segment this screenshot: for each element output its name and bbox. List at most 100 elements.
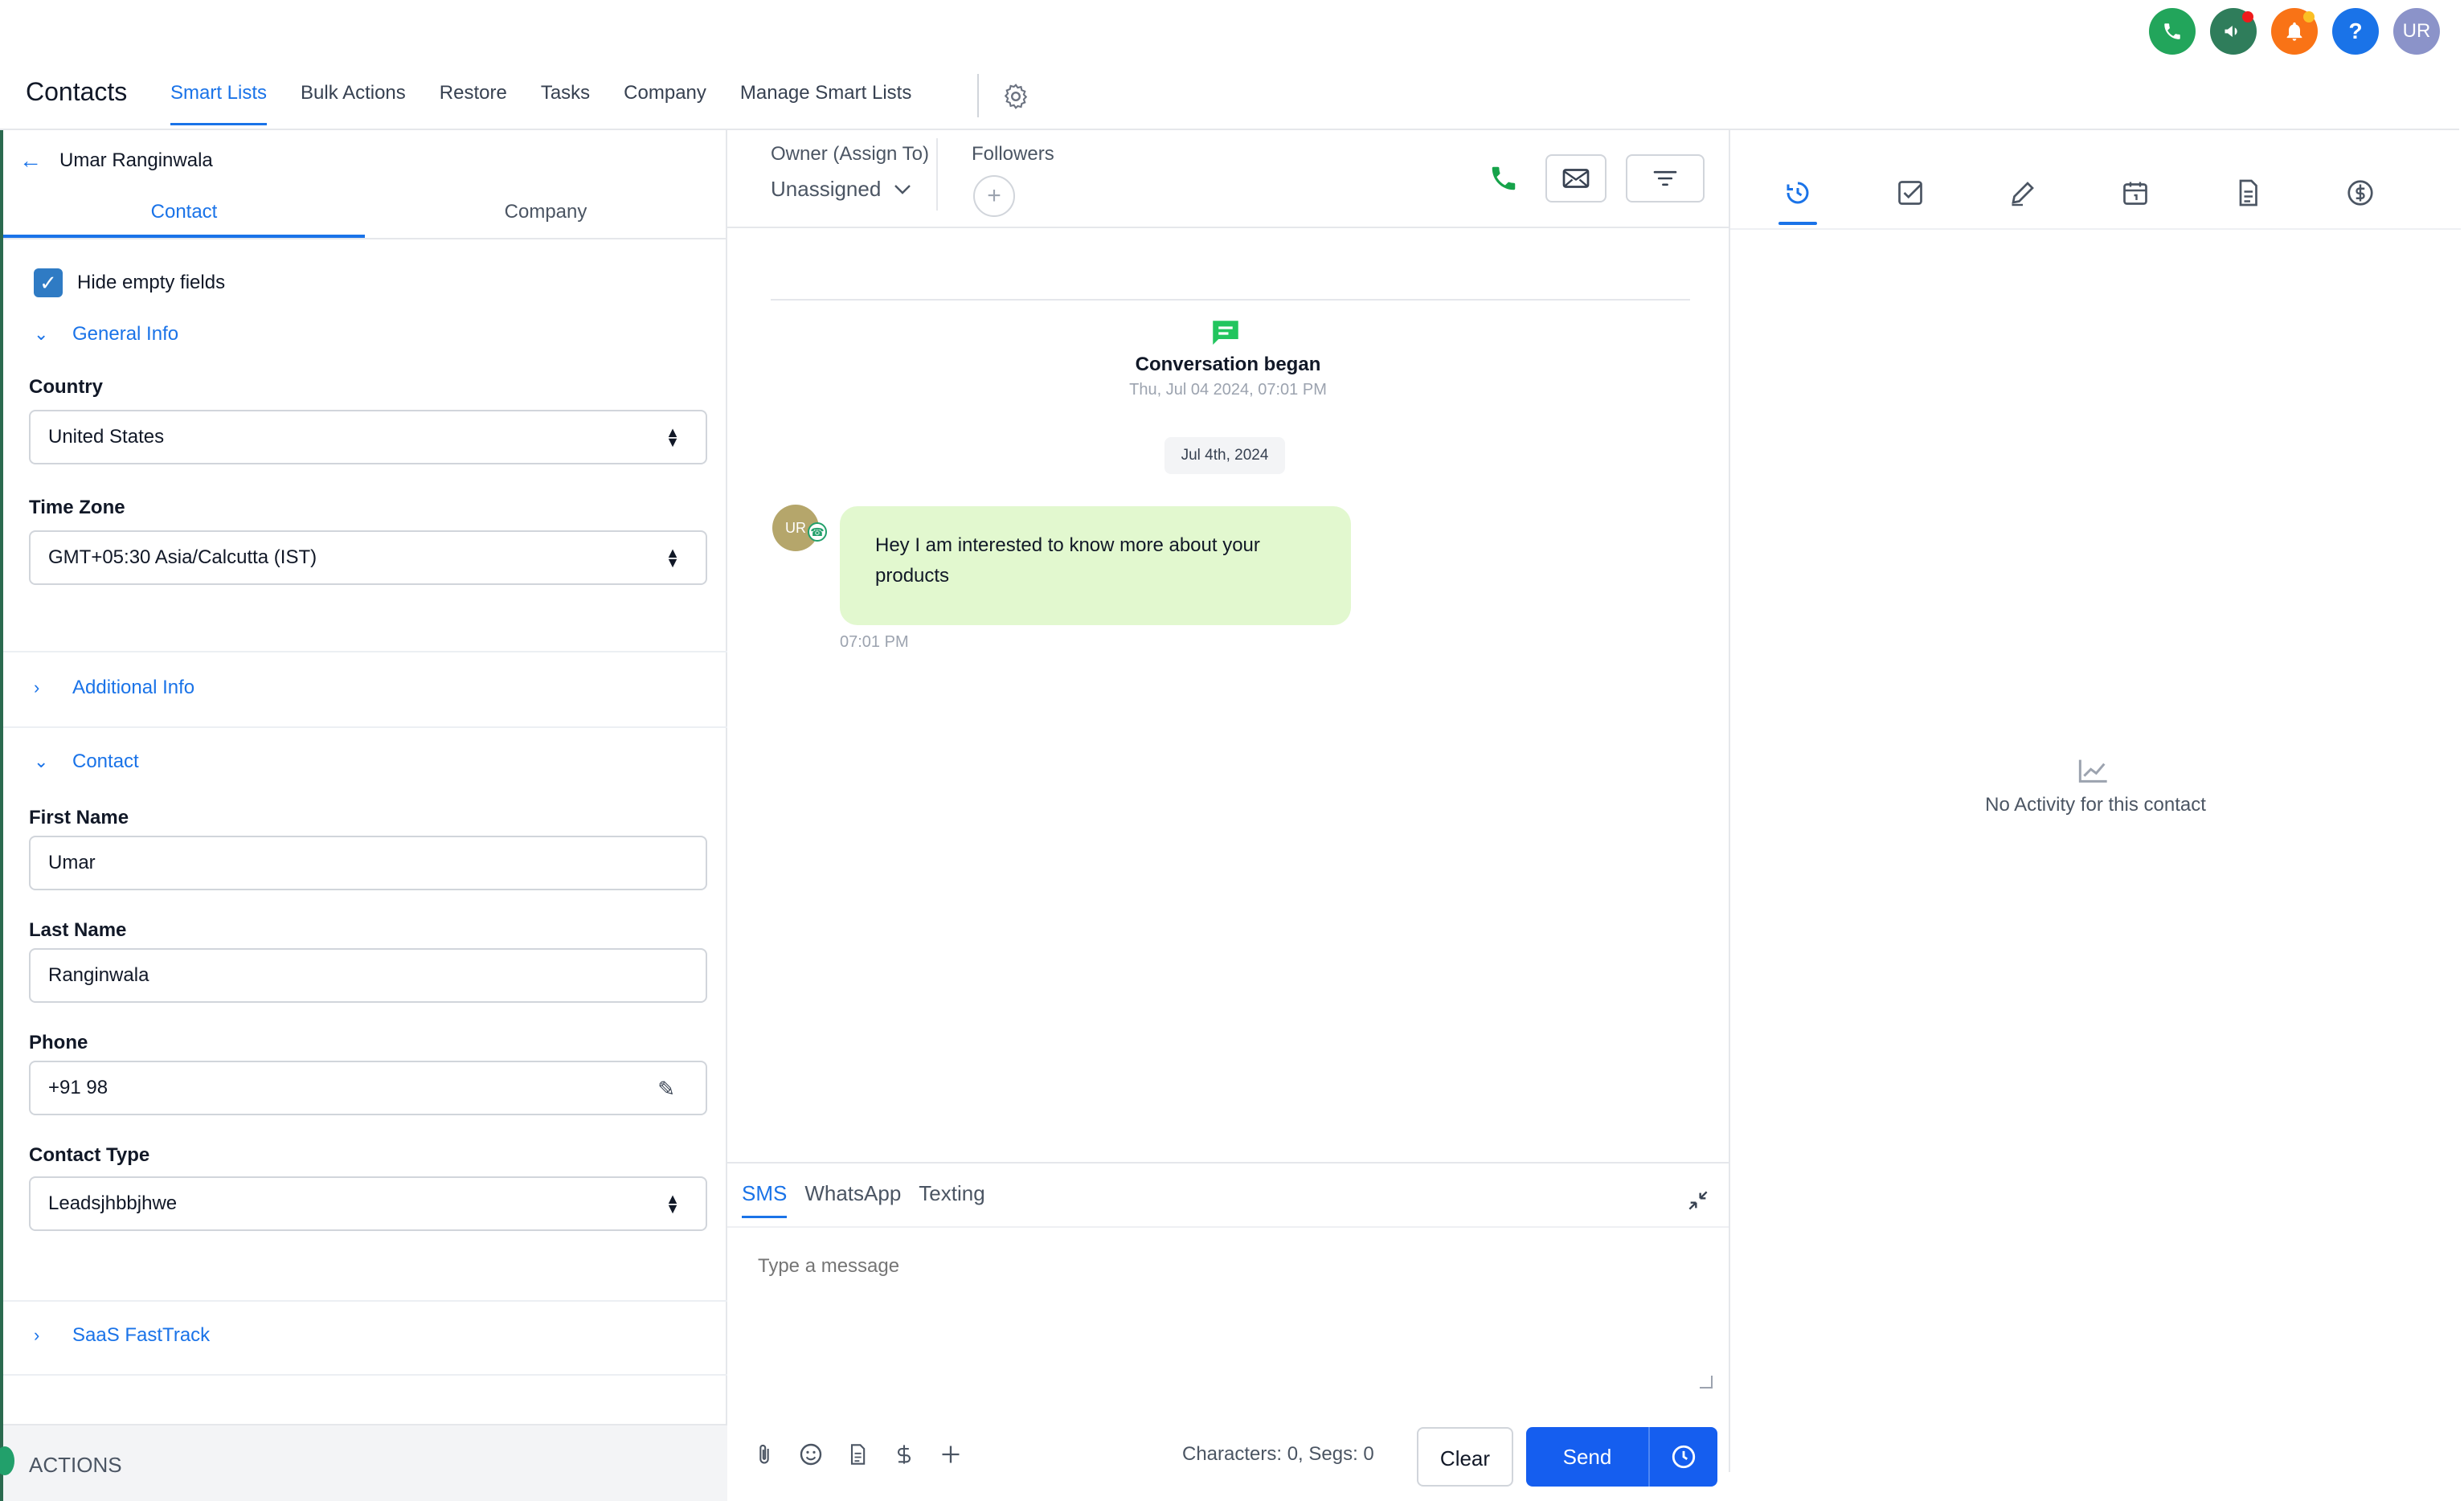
tab-whatsapp[interactable]: WhatsApp bbox=[804, 1181, 901, 1218]
add-follower-button[interactable]: + bbox=[973, 175, 1015, 217]
section-title: Contact bbox=[72, 750, 139, 772]
actions-bar[interactable]: ACTIONS bbox=[0, 1424, 727, 1501]
dollar-icon[interactable] bbox=[891, 1442, 917, 1467]
divider bbox=[1730, 228, 2461, 230]
owner-value: Unassigned bbox=[771, 177, 882, 201]
section-title: Additional Info bbox=[72, 677, 195, 698]
call-button[interactable] bbox=[1481, 154, 1526, 202]
edit-pencil-icon[interactable]: ✎ bbox=[657, 1077, 675, 1102]
date-separator: Jul 4th, 2024 bbox=[1164, 437, 1285, 474]
message-input[interactable] bbox=[758, 1255, 1682, 1278]
hide-empty-label: Hide empty fields bbox=[77, 272, 226, 293]
country-label: Country bbox=[29, 376, 103, 398]
select-arrows-icon: ▲ ▼ bbox=[665, 545, 680, 571]
filter-icon bbox=[1653, 170, 1677, 186]
tab-smart-lists[interactable]: Smart Lists bbox=[170, 64, 268, 125]
channel-tabs: SMS WhatsApp Texting bbox=[742, 1181, 985, 1218]
tab-restore[interactable]: Restore bbox=[440, 64, 507, 125]
chevron-down-icon: ⌄ bbox=[34, 751, 49, 771]
divider bbox=[3, 651, 727, 652]
last-name-value: Ranginwala bbox=[48, 964, 149, 986]
last-name-label: Last Name bbox=[29, 919, 127, 941]
conversation-toolbar bbox=[1481, 154, 1705, 202]
tab-company-details[interactable]: Company bbox=[365, 185, 727, 238]
divider bbox=[3, 1300, 727, 1302]
phone-icon bbox=[1492, 166, 1516, 190]
composer-tools bbox=[751, 1442, 964, 1467]
divider bbox=[3, 1374, 727, 1376]
tab-sms[interactable]: SMS bbox=[742, 1181, 788, 1218]
tab-company[interactable]: Company bbox=[624, 64, 706, 125]
chevron-right-icon: › bbox=[34, 677, 40, 697]
filter-button[interactable] bbox=[1626, 154, 1705, 202]
select-arrows-icon: ▲ ▼ bbox=[665, 1191, 680, 1217]
contact-type-select[interactable]: Leadsjhbbjhwe ▲ ▼ bbox=[29, 1176, 707, 1231]
payment-icon[interactable] bbox=[2346, 178, 2375, 207]
resize-handle-icon[interactable] bbox=[1700, 1376, 1713, 1389]
collapse-icon[interactable] bbox=[1685, 1188, 1711, 1213]
notification-dot bbox=[2303, 11, 2315, 22]
back-arrow-icon[interactable]: ← bbox=[19, 148, 42, 174]
contact-type-label: Contact Type bbox=[29, 1144, 150, 1166]
calendar-icon[interactable] bbox=[2121, 178, 2150, 207]
email-button[interactable] bbox=[1545, 154, 1607, 202]
timezone-select[interactable]: GMT+05:30 Asia/Calcutta (IST) ▲ ▼ bbox=[29, 530, 707, 585]
chevron-right-icon: › bbox=[34, 1325, 40, 1345]
timezone-value: GMT+05:30 Asia/Calcutta (IST) bbox=[48, 546, 317, 568]
main-nav: Smart Lists Bulk Actions Restore Tasks C… bbox=[170, 64, 945, 129]
drag-handle-icon[interactable] bbox=[0, 1446, 14, 1475]
document-icon[interactable] bbox=[2233, 178, 2262, 207]
divider bbox=[727, 227, 1729, 228]
owner-label: Owner (Assign To) bbox=[771, 143, 929, 165]
note-icon[interactable] bbox=[2008, 178, 2037, 207]
megaphone-icon[interactable] bbox=[2210, 8, 2257, 55]
top-utility-bar: ? UR bbox=[2149, 8, 2440, 55]
section-title: General Info bbox=[72, 323, 179, 345]
tab-contact[interactable]: Contact bbox=[3, 185, 365, 238]
send-button[interactable]: Send bbox=[1526, 1427, 1648, 1487]
message-time: 07:01 PM bbox=[840, 633, 909, 651]
avatar[interactable]: UR bbox=[2393, 8, 2440, 55]
tab-tasks[interactable]: Tasks bbox=[541, 64, 590, 125]
divider bbox=[936, 138, 938, 211]
section-general-info[interactable]: ⌄ General Info bbox=[34, 323, 178, 346]
tab-texting[interactable]: Texting bbox=[919, 1181, 984, 1218]
template-icon[interactable] bbox=[845, 1442, 870, 1467]
schedule-send-button[interactable] bbox=[1648, 1427, 1717, 1487]
divider bbox=[3, 726, 727, 728]
chevron-down-icon bbox=[894, 184, 911, 194]
followers-label: Followers bbox=[972, 143, 1054, 165]
tab-manage-smart-lists[interactable]: Manage Smart Lists bbox=[740, 64, 911, 125]
checkbox-checked-icon[interactable]: ✓ bbox=[34, 268, 63, 297]
contact-type-value: Leadsjhbbjhwe bbox=[48, 1192, 178, 1214]
character-counter: Characters: 0, Segs: 0 bbox=[1182, 1443, 1374, 1465]
last-name-field[interactable]: Ranginwala bbox=[29, 948, 707, 1003]
emoji-icon[interactable] bbox=[798, 1442, 824, 1467]
contact-name: Umar Ranginwala bbox=[59, 149, 213, 171]
phone-icon[interactable] bbox=[2149, 8, 2196, 55]
gear-icon[interactable] bbox=[1001, 82, 1030, 111]
phone-field[interactable]: +91 98 ✎ bbox=[29, 1061, 707, 1115]
clear-button[interactable]: Clear bbox=[1417, 1427, 1513, 1487]
section-title: SaaS FastTrack bbox=[72, 1324, 211, 1346]
section-additional-info[interactable]: › Additional Info bbox=[34, 677, 194, 699]
actions-label: ACTIONS bbox=[29, 1453, 122, 1477]
hide-empty-fields-toggle[interactable]: ✓ Hide empty fields bbox=[34, 268, 225, 297]
attachment-icon[interactable] bbox=[751, 1442, 777, 1467]
plus-icon[interactable] bbox=[938, 1442, 964, 1467]
message-composer: SMS WhatsApp Texting Type a message Char… bbox=[727, 1162, 1729, 1501]
section-contact[interactable]: ⌄ Contact bbox=[34, 750, 139, 773]
help-icon[interactable]: ? bbox=[2332, 8, 2379, 55]
section-saas-fasttrack[interactable]: › SaaS FastTrack bbox=[34, 1324, 210, 1347]
owner-dropdown[interactable]: Unassigned bbox=[771, 177, 911, 202]
first-name-value: Umar bbox=[48, 852, 96, 873]
history-icon[interactable] bbox=[1778, 178, 1817, 225]
header: Contacts Smart Lists Bulk Actions Restor… bbox=[0, 64, 2459, 130]
chevron-down-icon: ⌄ bbox=[34, 324, 49, 344]
tab-bulk-actions[interactable]: Bulk Actions bbox=[301, 64, 406, 125]
first-name-field[interactable]: Umar bbox=[29, 836, 707, 890]
task-icon[interactable] bbox=[1896, 178, 1925, 207]
bell-icon[interactable] bbox=[2271, 8, 2318, 55]
country-select[interactable]: United States ▲ ▼ bbox=[29, 410, 707, 464]
empty-state-text: No Activity for this contact bbox=[1985, 794, 2206, 816]
